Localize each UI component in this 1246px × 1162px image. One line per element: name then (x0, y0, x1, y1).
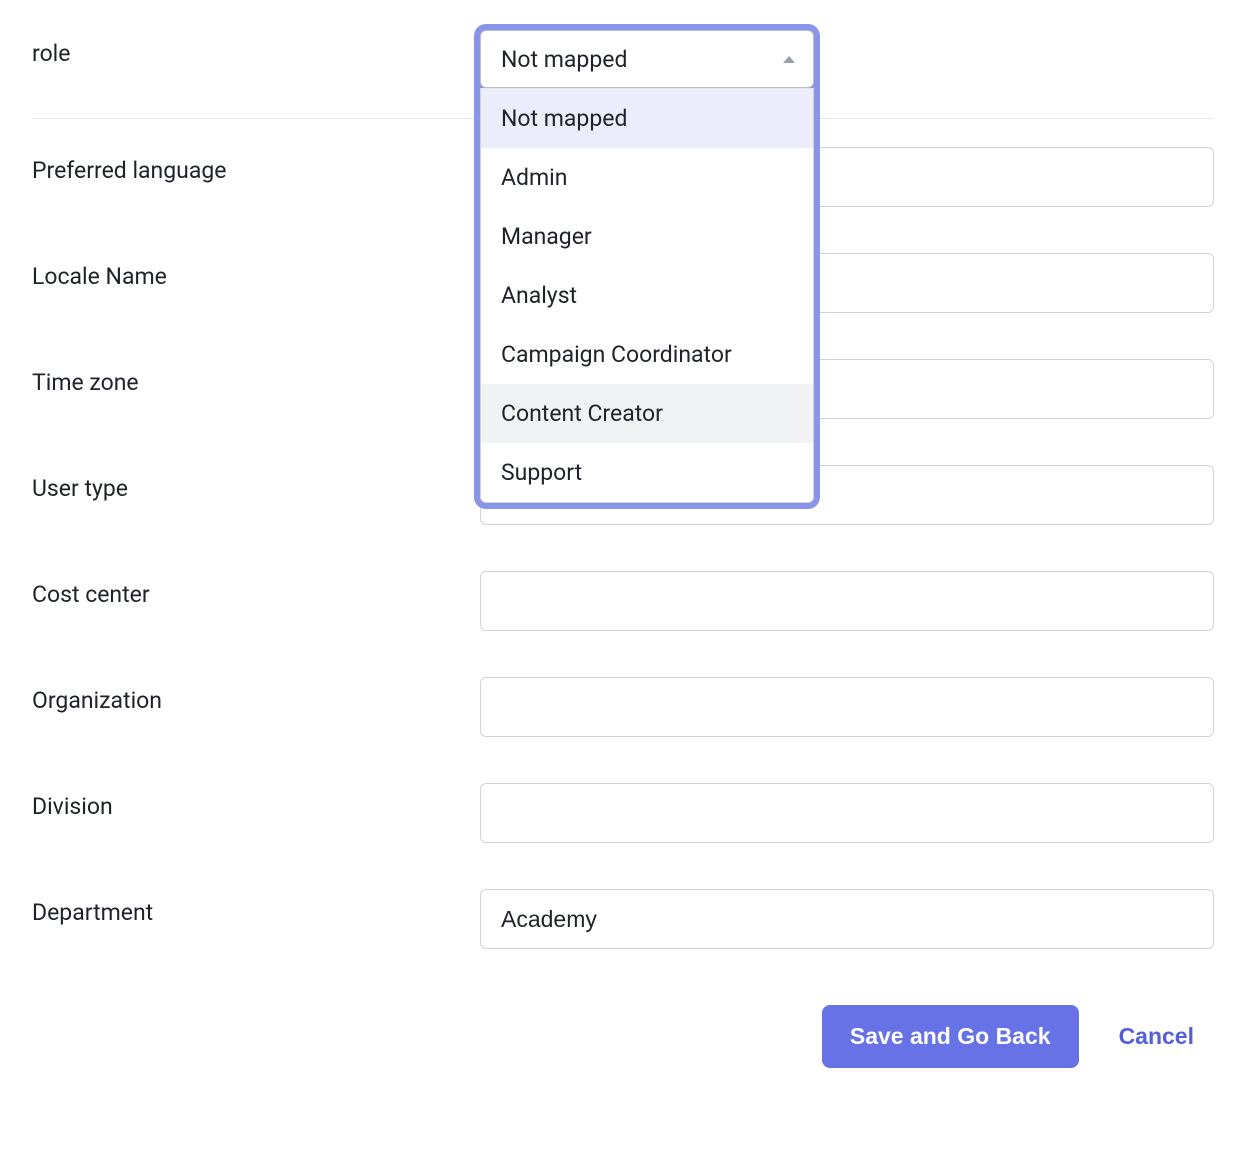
cost-center-label: Cost center (32, 571, 480, 608)
role-select-value: Not mapped (501, 46, 627, 73)
role-option-2[interactable]: Manager (481, 207, 813, 266)
division-label: Division (32, 783, 480, 820)
user-type-label: User type (32, 465, 480, 502)
role-option-4[interactable]: Campaign Coordinator (481, 325, 813, 384)
role-option-5[interactable]: Content Creator (481, 384, 813, 443)
cancel-button[interactable]: Cancel (1119, 1023, 1194, 1050)
role-dropdown-panel: Not mappedAdminManagerAnalystCampaign Co… (480, 88, 814, 503)
role-option-0[interactable]: Not mapped (481, 89, 813, 148)
cost-center-input[interactable] (480, 571, 1214, 631)
division-input[interactable] (480, 783, 1214, 843)
organization-input[interactable] (480, 677, 1214, 737)
preferred-language-label: Preferred language (32, 147, 480, 184)
department-label: Department (32, 889, 480, 926)
role-option-1[interactable]: Admin (481, 148, 813, 207)
role-select[interactable]: Not mapped (480, 30, 814, 88)
role-label: role (32, 30, 480, 67)
organization-label: Organization (32, 677, 480, 714)
role-option-3[interactable]: Analyst (481, 266, 813, 325)
role-option-6[interactable]: Support (481, 443, 813, 502)
locale-name-label: Locale Name (32, 253, 480, 290)
save-and-go-back-button[interactable]: Save and Go Back (822, 1005, 1079, 1068)
caret-up-icon (783, 56, 795, 63)
time-zone-label: Time zone (32, 359, 480, 396)
department-input[interactable] (480, 889, 1214, 949)
